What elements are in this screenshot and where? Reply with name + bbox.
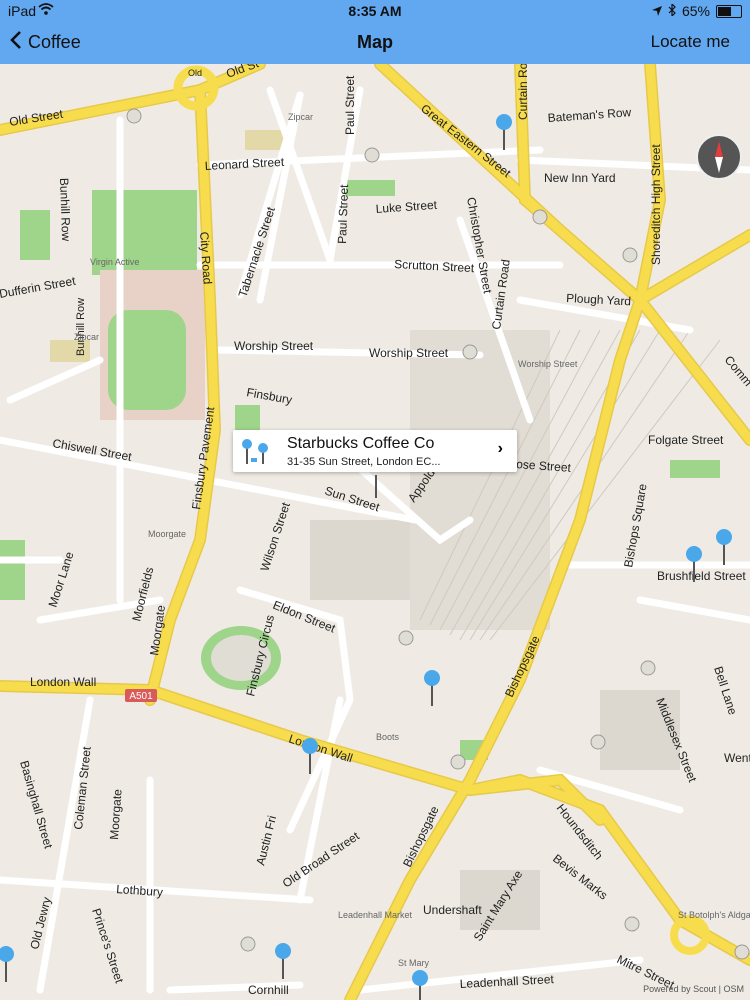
place-label: Zipcar bbox=[288, 112, 313, 122]
street-label: New Inn Yard bbox=[544, 171, 616, 185]
place-label: Leadenhall Market bbox=[338, 910, 413, 920]
status-right: 65% bbox=[651, 2, 742, 19]
place-label: Zipcar bbox=[74, 332, 99, 342]
page-title: Map bbox=[357, 32, 393, 52]
compass-icon[interactable] bbox=[696, 134, 742, 180]
map-credit[interactable]: Powered by Scout | OSM bbox=[643, 984, 744, 994]
battery-icon bbox=[716, 4, 742, 18]
place-label: St Botolph's Aldgate bbox=[678, 910, 750, 920]
street-label: Old bbox=[188, 68, 202, 78]
street-label: Paul Street bbox=[343, 75, 357, 135]
callout-address: 31-35 Sun Street, London EC... bbox=[287, 456, 441, 468]
place-label: Boots bbox=[376, 732, 400, 742]
map-canvas[interactable]: A501 Old Street Old St Old Great Eastern… bbox=[0, 64, 750, 1000]
callout-title: Starbucks Coffee Co bbox=[287, 435, 435, 452]
place-callout[interactable]: Starbucks Coffee Co 31-35 Sun Street, Lo… bbox=[233, 430, 517, 472]
locate-me-button[interactable]: Locate me bbox=[651, 32, 730, 52]
street-label: Curtain Road bbox=[516, 64, 530, 120]
battery-percent: 65% bbox=[681, 3, 710, 19]
street-label: Folgate Street bbox=[648, 433, 724, 447]
street-label: Brushfield Street bbox=[657, 569, 746, 583]
street-label: Went bbox=[724, 751, 750, 765]
street-label: Worship Street bbox=[234, 339, 314, 353]
bluetooth-icon bbox=[668, 2, 676, 19]
street-label: Undershaft bbox=[423, 903, 482, 917]
navigation-bar: Coffee Map Locate me bbox=[0, 22, 750, 64]
place-label: Moorgate bbox=[148, 529, 186, 539]
street-label: Cornhill bbox=[248, 983, 289, 997]
road-shield-label: A501 bbox=[129, 691, 153, 702]
status-time: 8:35 AM bbox=[348, 3, 402, 19]
street-label: Bunhill Row bbox=[57, 178, 73, 242]
map-view[interactable]: A501 Old Street Old St Old Great Eastern… bbox=[0, 64, 750, 1000]
chevron-right-icon[interactable]: › bbox=[498, 440, 503, 458]
street-label: London Wall bbox=[30, 675, 96, 689]
status-bar: iPad 8:35 AM 65% bbox=[0, 0, 750, 22]
street-label: Bunhill Row bbox=[75, 298, 87, 356]
place-label: Virgin Active bbox=[90, 257, 139, 267]
street-label: Paul Street bbox=[335, 184, 351, 244]
street-label: Worship Street bbox=[369, 346, 449, 360]
place-label: St Mary bbox=[398, 958, 430, 968]
location-arrow-icon bbox=[651, 3, 662, 19]
place-label: Worship Street bbox=[518, 359, 578, 369]
street-label: Shoreditch High Street bbox=[649, 144, 663, 265]
